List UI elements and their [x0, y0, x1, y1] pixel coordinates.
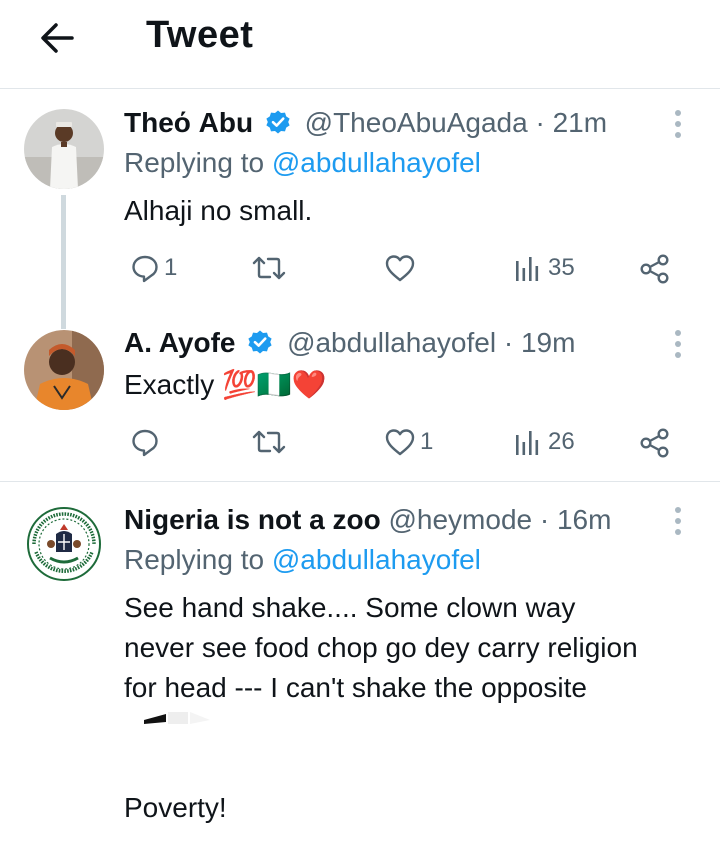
- replying-to-link[interactable]: @abdullahayofel: [272, 544, 481, 575]
- retweet-icon: [252, 430, 286, 454]
- share-icon: [640, 428, 669, 458]
- timestamp[interactable]: 19m: [521, 327, 575, 358]
- tweet-text: Alhaji no small.: [124, 195, 313, 226]
- views-button[interactable]: 26: [512, 427, 575, 457]
- handle[interactable]: @abdullahayofel: [287, 327, 496, 358]
- heart-icon: [385, 255, 415, 282]
- display-name[interactable]: A. Ayofe: [124, 327, 236, 358]
- share-icon: [640, 254, 669, 284]
- display-name[interactable]: Nigeria is not a zoo: [124, 504, 381, 535]
- tweet-meta: Nigeria is not a zoo @heymode · 16m: [124, 504, 611, 536]
- replying-to: Replying to @abdullahayofel: [124, 147, 481, 179]
- separator: ·: [539, 504, 550, 535]
- share-button[interactable]: [638, 427, 672, 459]
- timestamp[interactable]: 16m: [557, 504, 611, 535]
- retweet-button[interactable]: [252, 427, 286, 457]
- reply-icon: [132, 429, 158, 457]
- reply-icon: [132, 255, 158, 283]
- more-options-icon[interactable]: [666, 107, 690, 141]
- view-count: 35: [548, 254, 575, 281]
- handle[interactable]: @TheoAbuAgada: [305, 107, 528, 138]
- tweet-a-ayofe[interactable]: A. Ayofe @abdullahayofel · 19m Exactly 💯…: [0, 307, 720, 481]
- tweet-text-line-5: Poverty!: [124, 792, 227, 823]
- replying-to-link[interactable]: @abdullahayofel: [272, 147, 481, 178]
- display-name[interactable]: Theό Abu: [124, 107, 253, 138]
- replying-label: Replying to: [124, 147, 265, 178]
- arrow-left-icon: [41, 23, 74, 53]
- timestamp[interactable]: 21m: [553, 107, 607, 138]
- view-count: 26: [548, 428, 575, 455]
- avatar[interactable]: [24, 109, 104, 189]
- retweet-button[interactable]: [252, 253, 286, 283]
- back-button[interactable]: [36, 16, 80, 60]
- separator: ·: [535, 107, 545, 138]
- tweet-theo-abu[interactable]: Theό Abu @TheoAbuAgada · 21m Replying to…: [0, 89, 720, 329]
- heart-icon: [385, 429, 415, 456]
- share-button[interactable]: [638, 253, 672, 285]
- page-title: Tweet: [146, 14, 254, 56]
- views-chart-icon: [516, 431, 539, 455]
- handle[interactable]: @heymode: [388, 504, 532, 535]
- like-button[interactable]: [384, 253, 416, 283]
- replying-to: Replying to @abdullahayofel: [124, 544, 481, 576]
- tweet-text-line-1: See hand shake.... Some clown way: [124, 592, 576, 623]
- seal-avatar[interactable]: [24, 504, 104, 584]
- more-options-icon[interactable]: [666, 504, 690, 538]
- reply-button[interactable]: 1: [130, 253, 177, 283]
- separator: ·: [503, 327, 514, 358]
- tweet-text-line-3: for head --- I can't shake the opposite: [124, 672, 587, 703]
- verified-badge-icon: [248, 330, 272, 354]
- like-button[interactable]: 1: [384, 427, 433, 457]
- verified-badge-icon: [266, 110, 290, 134]
- reply-button[interactable]: [130, 427, 160, 457]
- views-button[interactable]: 35: [512, 253, 575, 283]
- replying-label: Replying to: [124, 544, 265, 575]
- more-options-icon[interactable]: [666, 327, 690, 361]
- top-bar: Tweet: [0, 0, 720, 82]
- reply-count: 1: [164, 254, 178, 281]
- views-chart-icon: [516, 257, 539, 281]
- tweet-nigeria-is-not-a-zoo[interactable]: Nigeria is not a zoo @heymode · 16m Repl…: [0, 482, 720, 845]
- tweet-meta: Theό Abu @TheoAbuAgada · 21m: [124, 107, 607, 139]
- tweet-text-line-2: never see food chop go dey carry religio…: [124, 632, 638, 663]
- tweet-text: Exactly 💯🇳🇬❤️: [124, 369, 327, 400]
- like-count: 1: [420, 428, 434, 455]
- avatar[interactable]: [24, 330, 104, 410]
- inline-image-glyph: [144, 710, 214, 726]
- tweet-meta: A. Ayofe @abdullahayofel · 19m: [124, 327, 575, 359]
- retweet-icon: [252, 256, 286, 280]
